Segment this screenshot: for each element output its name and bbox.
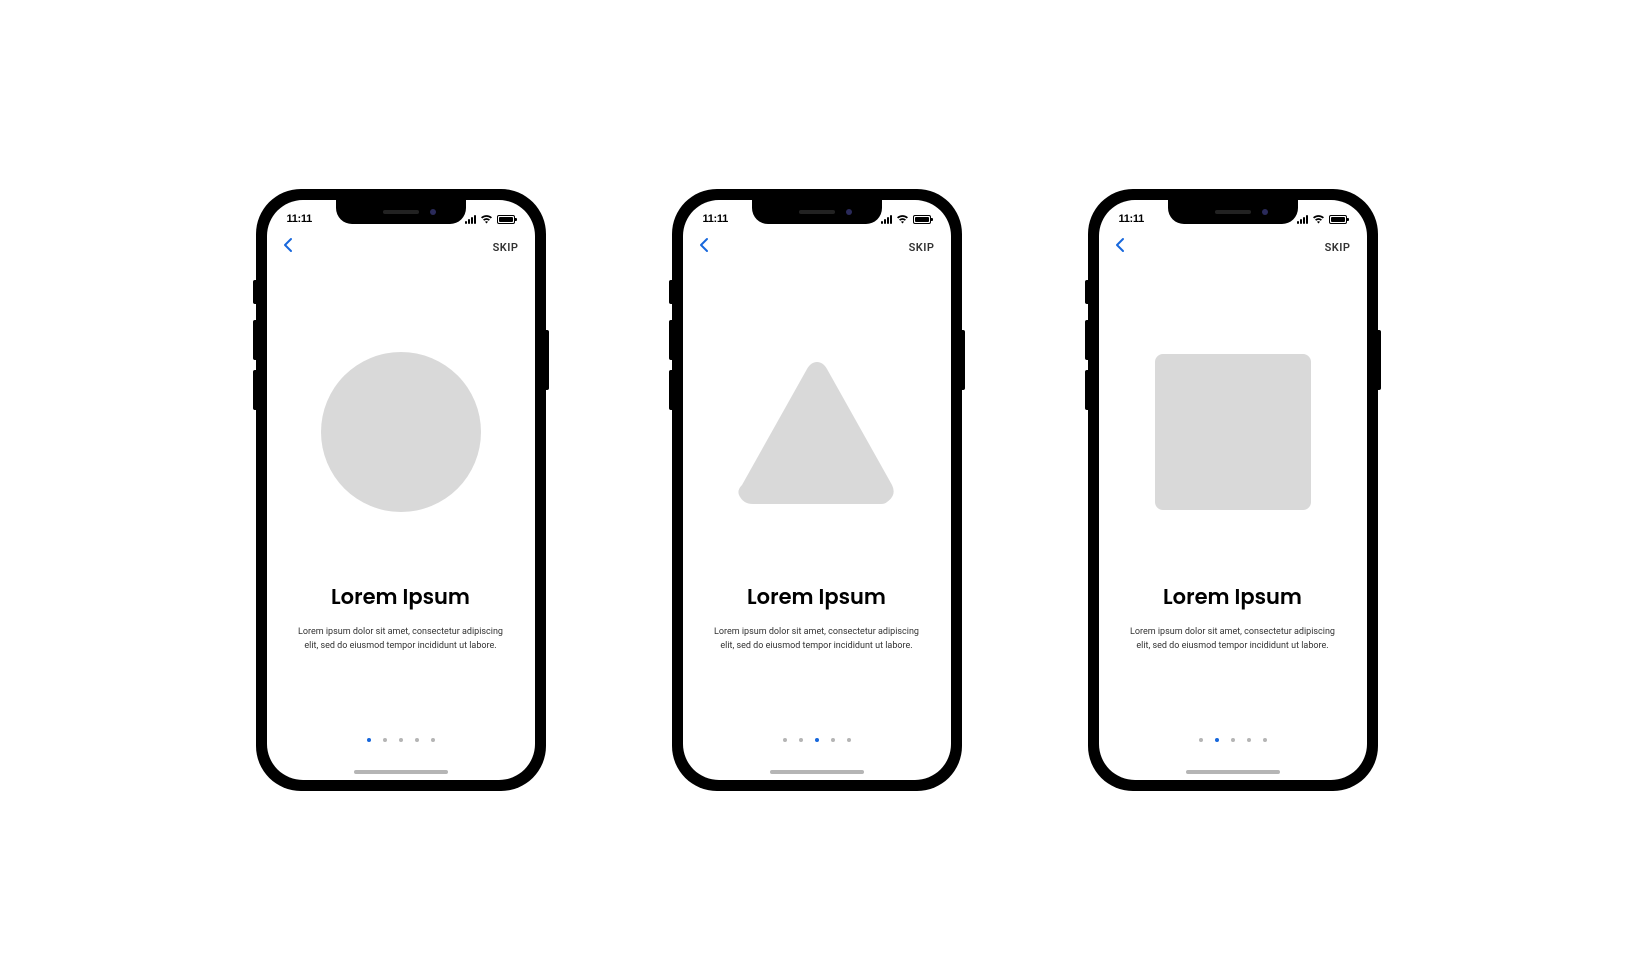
home-indicator[interactable] <box>770 770 864 774</box>
chevron-left-icon <box>283 237 293 253</box>
status-time: 11:11 <box>1119 213 1144 225</box>
front-camera <box>1262 209 1268 215</box>
wifi-icon <box>480 214 493 224</box>
notch <box>336 200 466 224</box>
pagination-dot[interactable] <box>1231 738 1235 742</box>
pagination-dot[interactable] <box>415 738 419 742</box>
phone-screen: 11:11 SKIP <box>683 200 951 780</box>
phone-screen: 11:11 SKIP Lorem Ipsum L <box>1099 200 1367 780</box>
volume-up-button <box>669 320 673 360</box>
mute-switch <box>253 280 257 304</box>
speaker <box>383 210 419 214</box>
pagination-dots <box>367 738 435 742</box>
onboarding-content: Lorem Ipsum Lorem ipsum dolor sit amet, … <box>267 262 535 780</box>
illustration-placeholder <box>1153 352 1313 512</box>
speaker <box>799 210 835 214</box>
pagination-dot[interactable] <box>383 738 387 742</box>
back-button[interactable] <box>1115 237 1125 258</box>
pagination-dot[interactable] <box>1199 738 1203 742</box>
volume-down-button <box>669 370 673 410</box>
pagination-dot[interactable] <box>367 738 371 742</box>
cellular-signal-icon <box>465 215 476 224</box>
status-icons <box>881 214 931 224</box>
illustration-placeholder <box>737 352 897 512</box>
pagination-dots <box>1199 738 1267 742</box>
pagination-dot[interactable] <box>831 738 835 742</box>
front-camera <box>846 209 852 215</box>
cellular-signal-icon <box>881 215 892 224</box>
pagination-dot[interactable] <box>847 738 851 742</box>
onboarding-content: Lorem Ipsum Lorem ipsum dolor sit amet, … <box>683 262 951 780</box>
phone-mockup-2: 11:11 SKIP <box>673 190 961 790</box>
volume-down-button <box>1085 370 1089 410</box>
notch <box>752 200 882 224</box>
battery-icon <box>1329 215 1347 224</box>
onboarding-description: Lorem ipsum dolor sit amet, consectetur … <box>287 625 515 654</box>
illustration-placeholder <box>321 352 481 512</box>
mute-switch <box>669 280 673 304</box>
circle-shape <box>321 352 481 512</box>
pagination-dot[interactable] <box>1263 738 1267 742</box>
nav-bar: SKIP <box>1099 232 1367 262</box>
onboarding-title: Lorem Ipsum <box>1163 582 1302 613</box>
power-button <box>1377 330 1381 390</box>
back-button[interactable] <box>283 237 293 258</box>
front-camera <box>430 209 436 215</box>
pagination-dot[interactable] <box>431 738 435 742</box>
phone-screen: 11:11 SKIP Lorem Ipsum L <box>267 200 535 780</box>
cellular-signal-icon <box>1297 215 1308 224</box>
phone-mockup-1: 11:11 SKIP Lorem Ipsum L <box>257 190 545 790</box>
skip-button[interactable]: SKIP <box>1325 241 1351 254</box>
onboarding-title: Lorem Ipsum <box>331 582 470 613</box>
onboarding-description: Lorem ipsum dolor sit amet, consectetur … <box>703 625 931 654</box>
pagination-dot[interactable] <box>815 738 819 742</box>
skip-button[interactable]: SKIP <box>493 241 519 254</box>
mute-switch <box>1085 280 1089 304</box>
phone-mockup-3: 11:11 SKIP Lorem Ipsum L <box>1089 190 1377 790</box>
chevron-left-icon <box>1115 237 1125 253</box>
square-shape <box>1155 354 1311 510</box>
volume-down-button <box>253 370 257 410</box>
pagination-dot[interactable] <box>1215 738 1219 742</box>
skip-button[interactable]: SKIP <box>909 241 935 254</box>
pagination-dot[interactable] <box>399 738 403 742</box>
wifi-icon <box>896 214 909 224</box>
power-button <box>961 330 965 390</box>
pagination-dot[interactable] <box>783 738 787 742</box>
status-icons <box>465 214 515 224</box>
onboarding-content: Lorem Ipsum Lorem ipsum dolor sit amet, … <box>1099 262 1367 780</box>
wifi-icon <box>1312 214 1325 224</box>
nav-bar: SKIP <box>267 232 535 262</box>
notch <box>1168 200 1298 224</box>
nav-bar: SKIP <box>683 232 951 262</box>
battery-icon <box>497 215 515 224</box>
chevron-left-icon <box>699 237 709 253</box>
pagination-dot[interactable] <box>1247 738 1251 742</box>
onboarding-title: Lorem Ipsum <box>747 582 886 613</box>
status-icons <box>1297 214 1347 224</box>
pagination-dots <box>783 738 851 742</box>
status-time: 11:11 <box>287 213 312 225</box>
onboarding-description: Lorem ipsum dolor sit amet, consectetur … <box>1119 625 1347 654</box>
volume-up-button <box>1085 320 1089 360</box>
power-button <box>545 330 549 390</box>
triangle-shape <box>737 357 897 507</box>
home-indicator[interactable] <box>1186 770 1280 774</box>
home-indicator[interactable] <box>354 770 448 774</box>
back-button[interactable] <box>699 237 709 258</box>
pagination-dot[interactable] <box>799 738 803 742</box>
volume-up-button <box>253 320 257 360</box>
status-time: 11:11 <box>703 213 728 225</box>
speaker <box>1215 210 1251 214</box>
battery-icon <box>913 215 931 224</box>
